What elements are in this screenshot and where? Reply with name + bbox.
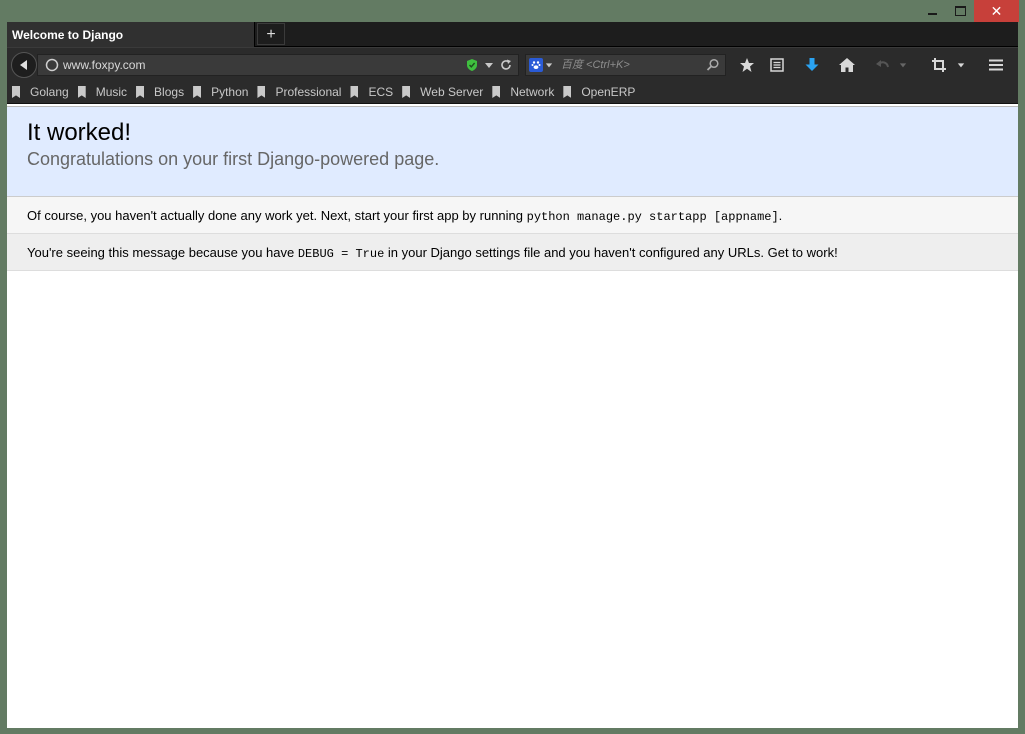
back-arrow-icon [20, 60, 27, 70]
debug-setting: DEBUG = True [297, 247, 385, 261]
undo-button[interactable] [873, 56, 893, 74]
navigation-toolbar [7, 47, 1018, 81]
tab-bar: Welcome to Django + [7, 22, 1018, 47]
magnifier-icon[interactable] [706, 58, 720, 72]
bookmark-folder-icon [136, 86, 146, 98]
bookmark-label: Web Server [420, 85, 484, 99]
window-controls: ✕ [918, 0, 1019, 22]
bookmark-music[interactable]: Music [78, 85, 127, 99]
bookmark-folder-icon [12, 86, 22, 98]
url-input[interactable] [59, 55, 465, 75]
undo-dropdown[interactable] [897, 56, 909, 74]
bookmark-label: OpenERP [581, 85, 636, 99]
crop-dropdown[interactable] [955, 56, 967, 74]
undo-icon [876, 60, 889, 68]
url-bar[interactable] [37, 54, 519, 76]
download-arrow-icon [805, 58, 819, 71]
shield-icon[interactable] [465, 58, 479, 72]
bookmarks-toolbar: Golang Music Blogs Python Professional E… [7, 81, 1018, 104]
bookmark-folder-icon [257, 86, 267, 98]
bookmark-folder-icon [402, 86, 412, 98]
crop-icon [932, 58, 946, 72]
instructions-suffix: . [778, 208, 783, 223]
new-tab-button[interactable]: + [257, 23, 285, 45]
bookmark-star-button[interactable] [737, 56, 757, 74]
search-engine-selector[interactable] [526, 56, 553, 74]
chevron-down-icon [957, 63, 965, 68]
page-subtitle: Congratulations on your first Django-pow… [27, 149, 440, 169]
bookmark-blogs[interactable]: Blogs [136, 85, 184, 99]
minimize-button[interactable] [918, 0, 946, 22]
plus-icon: + [266, 26, 276, 43]
bookmark-folder-icon [563, 86, 573, 98]
baidu-paw-icon [529, 58, 543, 72]
bookmark-network[interactable]: Network [492, 85, 554, 99]
close-button[interactable]: ✕ [974, 0, 1019, 22]
tab-title: Welcome to Django [12, 28, 124, 42]
page-content: It worked! Congratulations on your first… [7, 106, 1018, 728]
close-icon: ✕ [990, 2, 1003, 19]
bookmark-golang[interactable]: Golang [12, 85, 69, 99]
window-frame: ✕ Welcome to Django + www.foxpy.com 百度 <… [0, 0, 1025, 734]
browser-window: Welcome to Django + www.foxpy.com 百度 <Ct… [7, 22, 1018, 728]
home-icon [839, 58, 855, 72]
explanation-section: You're seeing this message because you h… [7, 234, 1018, 271]
globe-icon [45, 58, 59, 72]
bookmark-label: Network [510, 85, 555, 99]
bookmark-label: Python [211, 85, 249, 99]
bookmark-python[interactable]: Python [193, 85, 248, 99]
search-input[interactable] [553, 55, 706, 75]
instructions-text: Of course, you haven't actually done any… [27, 208, 527, 223]
startapp-command: python manage.py startapp [appname] [526, 210, 779, 224]
downloads-button[interactable] [802, 56, 822, 74]
minimize-icon [927, 13, 937, 15]
tab-welcome-to-django[interactable]: Welcome to Django [7, 22, 255, 47]
search-bar[interactable] [525, 54, 726, 76]
maximize-button[interactable] [946, 0, 974, 22]
reload-icon[interactable] [499, 58, 513, 72]
summary-section: It worked! Congratulations on your first… [7, 107, 1018, 197]
bookmark-web-server[interactable]: Web Server [402, 85, 483, 99]
bookmark-folder-icon [193, 86, 203, 98]
bookmark-label: Golang [30, 85, 69, 99]
hamburger-icon [989, 59, 1003, 71]
back-button[interactable] [11, 52, 37, 78]
bookmark-label: ECS [368, 85, 394, 99]
bookmark-label: Music [95, 85, 128, 99]
explanation-text: You're seeing this message because you h… [27, 245, 298, 260]
star-icon [740, 58, 754, 72]
bookmark-openerp[interactable]: OpenERP [563, 85, 635, 99]
bookmark-ecs[interactable]: ECS [350, 85, 393, 99]
bookmark-professional[interactable]: Professional [257, 85, 341, 99]
chevron-down-icon [899, 63, 907, 68]
bookmark-label: Blogs [154, 85, 185, 99]
bookmark-folder-icon [78, 86, 88, 98]
crop-button[interactable] [929, 56, 949, 74]
url-bar-actions [465, 58, 518, 72]
bookmark-folder-icon [350, 86, 360, 98]
main-menu-button[interactable] [986, 56, 1006, 74]
home-button[interactable] [837, 56, 857, 74]
explanation-suffix: in your Django settings file and you hav… [384, 245, 838, 260]
bookmarks-menu-button[interactable] [767, 56, 787, 74]
chevron-down-icon[interactable] [484, 60, 494, 70]
bookmark-label: Professional [275, 85, 342, 99]
page-title: It worked! [27, 119, 132, 146]
instructions-section: Of course, you haven't actually done any… [7, 197, 1018, 234]
chevron-down-icon [545, 63, 553, 68]
maximize-icon [954, 6, 966, 16]
bookmark-folder-icon [492, 86, 502, 98]
bookmarks-list-icon [770, 58, 784, 72]
